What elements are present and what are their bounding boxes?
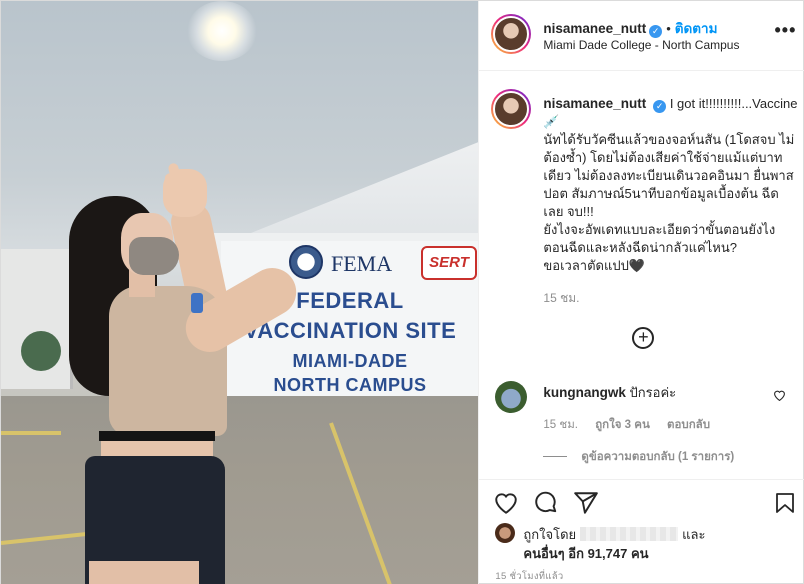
post-photo[interactable]: FEMA SERT FEDERAL VACCINATION SITE MIAMI… [1,1,479,584]
username-link[interactable]: nisamanee_nutt [543,21,646,36]
liked-by-label: ถูกใจโดย [523,527,577,542]
sun [187,1,257,61]
likes-count-button[interactable]: คนอื่นๆ อีก 91,747 คน [523,543,648,564]
reply-button[interactable]: ตอบกลับ [667,419,710,431]
avatar[interactable] [495,523,516,543]
side-structure [1,249,73,389]
like-icon[interactable] [493,490,521,518]
post-age[interactable]: 15 ชั่วโมงที่แล้ว [495,569,563,584]
avatar[interactable] [491,14,532,54]
share-icon[interactable] [573,490,601,518]
liked-by-suffix: และ [682,527,706,542]
caption-body: ยังไงจะอัพเดทแบบละเอียดว่าขั้นตอนยังไง ต… [543,222,776,255]
separator: • [666,21,671,36]
action-bar [479,479,804,529]
instagram-post: FEMA SERT FEDERAL VACCINATION SITE MIAMI… [0,0,804,584]
comment-meta: 15 ชม. ถูกใจ 3 คน ตอบกลับ [543,416,724,434]
banner-line: NORTH CAMPUS [273,375,427,395]
comment-text: kungnangwk ปักรอค่ะ [543,382,676,403]
person-legs [89,561,199,584]
sert-logo: SERT [421,246,477,280]
save-icon[interactable] [773,490,801,518]
caption-time[interactable]: 15 ชม. [543,289,579,308]
view-replies-button[interactable]: ดูข้อความตอบกลับ (1 รายการ) [543,448,734,466]
fema-logo: FEMA [331,251,393,276]
avatar[interactable] [495,381,528,413]
face-mask [129,237,179,275]
follow-button[interactable]: ติดตาม [675,21,718,36]
username-link[interactable]: nisamanee_nutt [543,96,646,111]
post-header: nisamanee_nutt ✓ • ติดตาม Miami Dade Colleg… [479,1,804,71]
avatar[interactable] [491,89,532,129]
caption-body: นัทได้รับวัคซีนแล้วของจอห์นสัน (1โดสจบ ไ… [543,132,795,219]
comment: kungnangwk ปักรอค่ะ 15 ชม. ถูกใจ 3 คน ตอ… [479,379,804,469]
like-comment-icon[interactable] [773,389,786,404]
comment-time[interactable]: 15 ชม. [543,419,578,431]
dhs-seal-icon [289,245,323,279]
comment-body: ปักรอค่ะ [629,385,677,400]
verified-icon: ✓ [649,25,663,38]
banner-line: MIAMI-DADE [292,351,408,371]
bandage [191,293,203,313]
blurred-username[interactable] [580,527,679,541]
comment-icon[interactable] [533,490,561,518]
parking-lot [1,396,479,584]
view-replies-label: ดูข้อความตอบกลับ (1 รายการ) [581,451,735,463]
liked-by-line: ถูกใจโดย และ [523,524,705,545]
belt [99,431,215,441]
caption-body: ขอเวลาตัดแปป🖤 [543,258,646,273]
location-link[interactable]: Miami Dade College - North Campus [543,38,739,52]
more-options-icon[interactable]: ••• [775,21,797,39]
header-line: nisamanee_nutt ✓ • ติดตาม [543,17,718,39]
verified-icon: ✓ [653,100,667,113]
username-link[interactable]: kungnangwk [543,385,626,400]
post-panel: nisamanee_nutt ✓ • ติดตาม Miami Dade Colleg… [478,1,804,584]
load-more-comments-icon[interactable]: + [632,327,655,349]
parking-line [1,431,61,435]
comment-likes[interactable]: ถูกใจ 3 คน [595,419,650,431]
caption-text: nisamanee_nutt ✓ I got it!!!!!!!!!!...Vac… [543,95,798,275]
